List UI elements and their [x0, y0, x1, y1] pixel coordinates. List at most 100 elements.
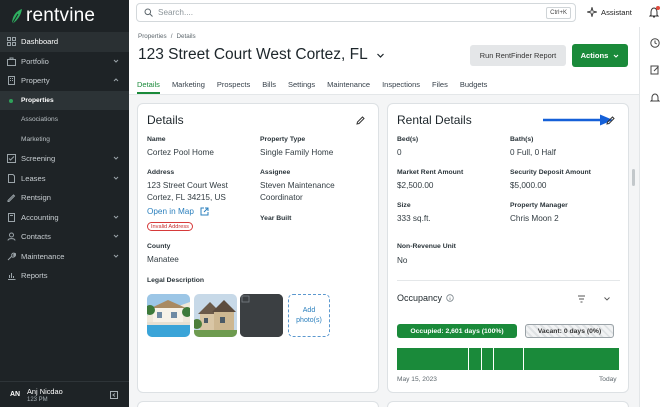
run-rentfinder-button[interactable]: Run RentFinder Report [470, 45, 566, 66]
sidebar-item-screening[interactable]: Screening [0, 149, 129, 169]
tab-bills[interactable]: Bills [262, 77, 276, 94]
open-in-map-link[interactable]: Open in Map [147, 206, 209, 218]
contacts-icon [6, 232, 16, 242]
page-title-text: 123 Street Court West Cortez, FL [138, 46, 368, 63]
grid-icon [6, 37, 16, 47]
beds-value: 0 [397, 148, 402, 157]
chevron-up-icon [113, 78, 119, 82]
timeline-end-label: Today [599, 376, 617, 383]
sidebar-item-maintenance[interactable]: Maintenance [0, 247, 129, 267]
tab-details[interactable]: Details [137, 77, 160, 94]
tab-budgets[interactable]: Budgets [460, 77, 488, 94]
actions-button[interactable]: Actions [572, 44, 628, 67]
address-label: Address [147, 169, 175, 176]
assistant-button[interactable]: Assistant [587, 7, 632, 17]
search-input[interactable]: Search.... Ctrl+K [136, 3, 576, 22]
rental-details-card: Rental Details Bed(s) 0 Bath(s) 0 Full, … [387, 103, 629, 393]
property-photo-broken[interactable] [240, 294, 283, 337]
add-photo-button[interactable]: Add photo(s) [288, 294, 330, 337]
sidebar-item-label: Contacts [21, 232, 51, 242]
sidebar-subitem-label: Marketing [21, 135, 50, 143]
sidebar-item-dashboard[interactable]: Dashboard [0, 32, 129, 52]
breadcrumb-properties[interactable]: Properties [138, 33, 167, 40]
user-time: 123 PM [27, 396, 48, 403]
open-in-map-label: Open in Map [147, 207, 194, 216]
external-link-icon [200, 207, 209, 216]
address-line1: 123 Street Court West [147, 181, 228, 190]
notes-edit-icon[interactable] [650, 65, 660, 75]
edit-pencil-icon[interactable] [356, 116, 365, 125]
timeline-marker [493, 348, 494, 370]
property-photo-pool[interactable] [147, 294, 190, 337]
sidebar-item-leases[interactable]: Leases [0, 169, 129, 189]
assignee-label: Assignee [260, 169, 291, 176]
breadcrumb: Properties / Details [138, 33, 196, 40]
calculator-icon [6, 212, 16, 222]
brand-name: rentvine [26, 5, 96, 26]
sidebar-item-reports[interactable]: Reports [0, 266, 129, 286]
chevron-down-icon [113, 156, 119, 160]
bell-icon[interactable] [650, 93, 660, 103]
occupancy-timeline[interactable] [397, 348, 619, 370]
main-content: Properties / Details 123 Street Court We… [129, 27, 639, 407]
document-icon [6, 173, 16, 183]
avatar: AN [9, 391, 21, 398]
scrollbar[interactable] [632, 169, 635, 186]
chevron-down-icon [113, 59, 119, 63]
sidebar-item-label: Leases [21, 173, 46, 183]
sidebar-item-label: Reports [21, 271, 48, 281]
breadcrumb-separator: / [170, 33, 173, 40]
section-divider [397, 280, 620, 281]
timeline-start-date: May 15, 2023 [397, 376, 437, 383]
chevron-down-icon [376, 53, 384, 58]
sidebar-item-label: Portfolio [21, 56, 49, 66]
address-line2: Cortez, FL 34215, US [147, 193, 226, 202]
filter-icon[interactable] [577, 295, 586, 303]
tab-settings[interactable]: Settings [288, 77, 315, 94]
details-title: Details [147, 113, 184, 127]
sidebar-item-contacts[interactable]: Contacts [0, 227, 129, 247]
info-icon[interactable] [446, 294, 454, 302]
assignee-line2: Coordinator [260, 193, 303, 202]
clock-icon[interactable] [650, 38, 660, 48]
property-type-label: Property Type [260, 136, 306, 143]
sidebar-subitem-marketing[interactable]: Marketing [0, 130, 129, 150]
leaf-icon [11, 8, 22, 24]
timeline-marker [468, 348, 469, 370]
sidebar-item-label: Accounting [21, 212, 59, 222]
sidebar-item-label: Rentsign [21, 193, 51, 203]
user-profile[interactable]: AN Anj Nicdao 123 PM [0, 381, 129, 407]
chevron-down-icon[interactable] [603, 295, 611, 303]
assistant-label: Assistant [601, 7, 632, 17]
beds-label: Bed(s) [397, 136, 419, 143]
chevron-down-icon [113, 176, 119, 180]
tab-inspections[interactable]: Inspections [382, 77, 420, 94]
sidebar-subitem-properties[interactable]: Properties [0, 90, 129, 110]
page-title[interactable]: 123 Street Court West Cortez, FL [138, 46, 385, 64]
tab-marketing[interactable]: Marketing [172, 77, 205, 94]
active-dot [9, 98, 13, 103]
sidebar-item-property[interactable]: Property [0, 71, 129, 91]
sidebar-subitem-associations[interactable]: Associations [0, 110, 129, 130]
market-rent-value: $2,500.00 [397, 181, 434, 190]
rentvine-logo[interactable]: rentvine [10, 4, 95, 28]
building-icon [6, 76, 16, 86]
sidebar-item-accounting[interactable]: Accounting [0, 208, 129, 228]
details-card: Details Name Cortez Pool Home Property T… [137, 103, 379, 393]
sidebar-item-rentsign[interactable]: Rentsign [0, 188, 129, 208]
size-label: Size [397, 202, 411, 209]
tab-files[interactable]: Files [432, 77, 448, 94]
collapse-sidebar-icon[interactable] [110, 391, 118, 399]
user-info: Anj Nicdao 123 PM [27, 387, 63, 403]
timeline-marker [481, 348, 482, 370]
name-label: Name [147, 136, 166, 143]
tab-prospects[interactable]: Prospects [217, 77, 250, 94]
briefcase-icon [6, 56, 16, 66]
notification-badge [656, 6, 660, 10]
sidebar-item-portfolio[interactable]: Portfolio [0, 52, 129, 72]
property-photo-house[interactable] [194, 294, 237, 337]
tab-maintenance[interactable]: Maintenance [327, 77, 370, 94]
size-value: 333 sq.ft. [397, 214, 431, 223]
edit-pencil-icon[interactable] [606, 116, 615, 125]
security-deposit-value: $5,000.00 [510, 181, 547, 190]
